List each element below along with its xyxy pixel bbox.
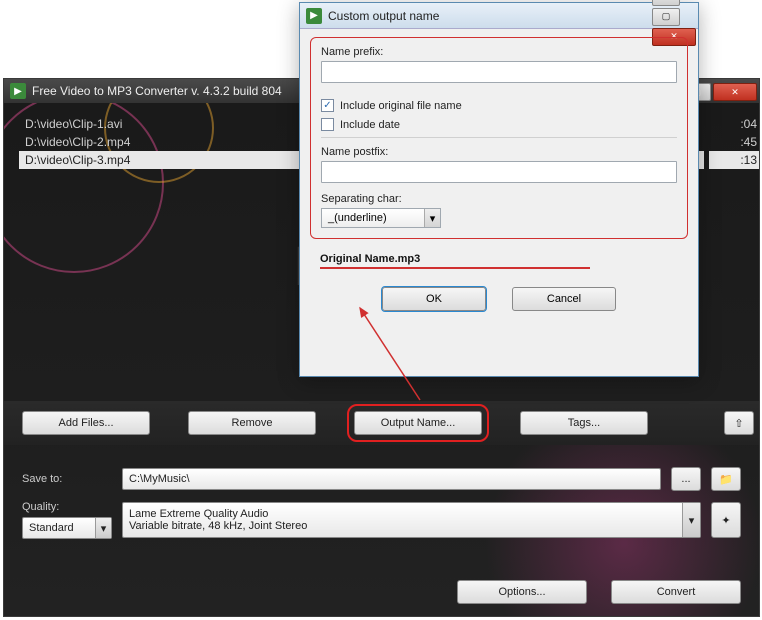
output-name-button[interactable]: Output Name... [354, 411, 482, 435]
tags-button[interactable]: Tags... [520, 411, 648, 435]
dialog-titlebar: ▶ Custom output name — ▢ ✕ [300, 3, 698, 29]
duration-item: :13 [709, 151, 759, 169]
dialog-button-row: OK Cancel [310, 287, 688, 311]
ellipsis-icon: ... [681, 473, 690, 485]
annotation-underline [320, 267, 590, 269]
prefix-label: Name prefix: [321, 46, 677, 58]
remove-button[interactable]: Remove [188, 411, 316, 435]
chevron-down-icon: ▾ [424, 209, 440, 227]
include-date-checkbox[interactable] [321, 118, 334, 131]
add-files-button[interactable]: Add Files... [22, 411, 150, 435]
open-folder-button[interactable]: 📁 [711, 467, 741, 491]
app-icon: ▶ [10, 83, 26, 99]
options-button[interactable]: Options... [457, 580, 587, 604]
browse-button[interactable]: ... [671, 467, 701, 491]
up-icon: ⇧ [734, 417, 743, 430]
app-icon: ▶ [306, 8, 322, 24]
quality-label: Quality: [22, 501, 112, 513]
toolbar: Add Files... Remove Output Name... Tags.… [4, 401, 759, 445]
sep-char-select[interactable]: _(underline) ▾ [321, 208, 441, 228]
cancel-button[interactable]: Cancel [512, 287, 616, 311]
custom-output-dialog: ▶ Custom output name — ▢ ✕ Name prefix: … [299, 2, 699, 377]
include-date-row[interactable]: Include date [321, 118, 677, 131]
move-up-button[interactable]: ⇧ [724, 411, 754, 435]
postfix-input[interactable] [321, 161, 677, 183]
ok-button[interactable]: OK [382, 287, 486, 311]
quality-detail-select[interactable]: Lame Extreme Quality Audio Variable bitr… [122, 502, 701, 538]
save-row: Save to: C:\MyMusic\ ... 📁 [22, 467, 741, 491]
dialog-body: Name prefix: ✓ Include original file nam… [300, 29, 698, 376]
include-original-label: Include original file name [340, 100, 462, 112]
quality-preset-select[interactable]: Standard ▾ [22, 517, 112, 539]
include-original-checkbox[interactable]: ✓ [321, 99, 334, 112]
convert-button[interactable]: Convert [611, 580, 741, 604]
bottom-toolbar: Options... Convert [457, 580, 741, 604]
save-label: Save to: [22, 473, 112, 485]
prefix-input[interactable] [321, 61, 677, 83]
sep-char-label: Separating char: [321, 193, 677, 205]
main-title: Free Video to MP3 Converter v. 4.3.2 bui… [32, 84, 282, 98]
include-date-label: Include date [340, 119, 400, 131]
duration-item: :45 [709, 133, 759, 151]
duration-item: :04 [709, 115, 759, 133]
include-original-row[interactable]: ✓ Include original file name [321, 99, 677, 112]
wand-icon: ✦ [721, 514, 730, 527]
chevron-down-icon: ▾ [95, 518, 111, 538]
dialog-maximize-button[interactable]: ▢ [652, 8, 680, 26]
save-path-field[interactable]: C:\MyMusic\ [122, 468, 661, 490]
postfix-label: Name postfix: [321, 146, 677, 158]
preview-filename: Original Name.mp3 [320, 253, 678, 265]
dialog-options-group: Name prefix: ✓ Include original file nam… [310, 37, 688, 239]
close-button[interactable]: ✕ [713, 83, 757, 101]
duration-list: :04 :45 :13 [709, 115, 759, 169]
folder-icon: 📁 [719, 473, 733, 486]
chevron-down-icon: ▾ [682, 503, 700, 537]
quality-row: Quality: Standard ▾ Lame Extreme Quality… [22, 501, 741, 539]
dialog-title: Custom output name [328, 9, 439, 23]
separator [321, 137, 677, 138]
preset-edit-button[interactable]: ✦ [711, 502, 741, 538]
dialog-minimize-button[interactable]: — [652, 0, 680, 6]
